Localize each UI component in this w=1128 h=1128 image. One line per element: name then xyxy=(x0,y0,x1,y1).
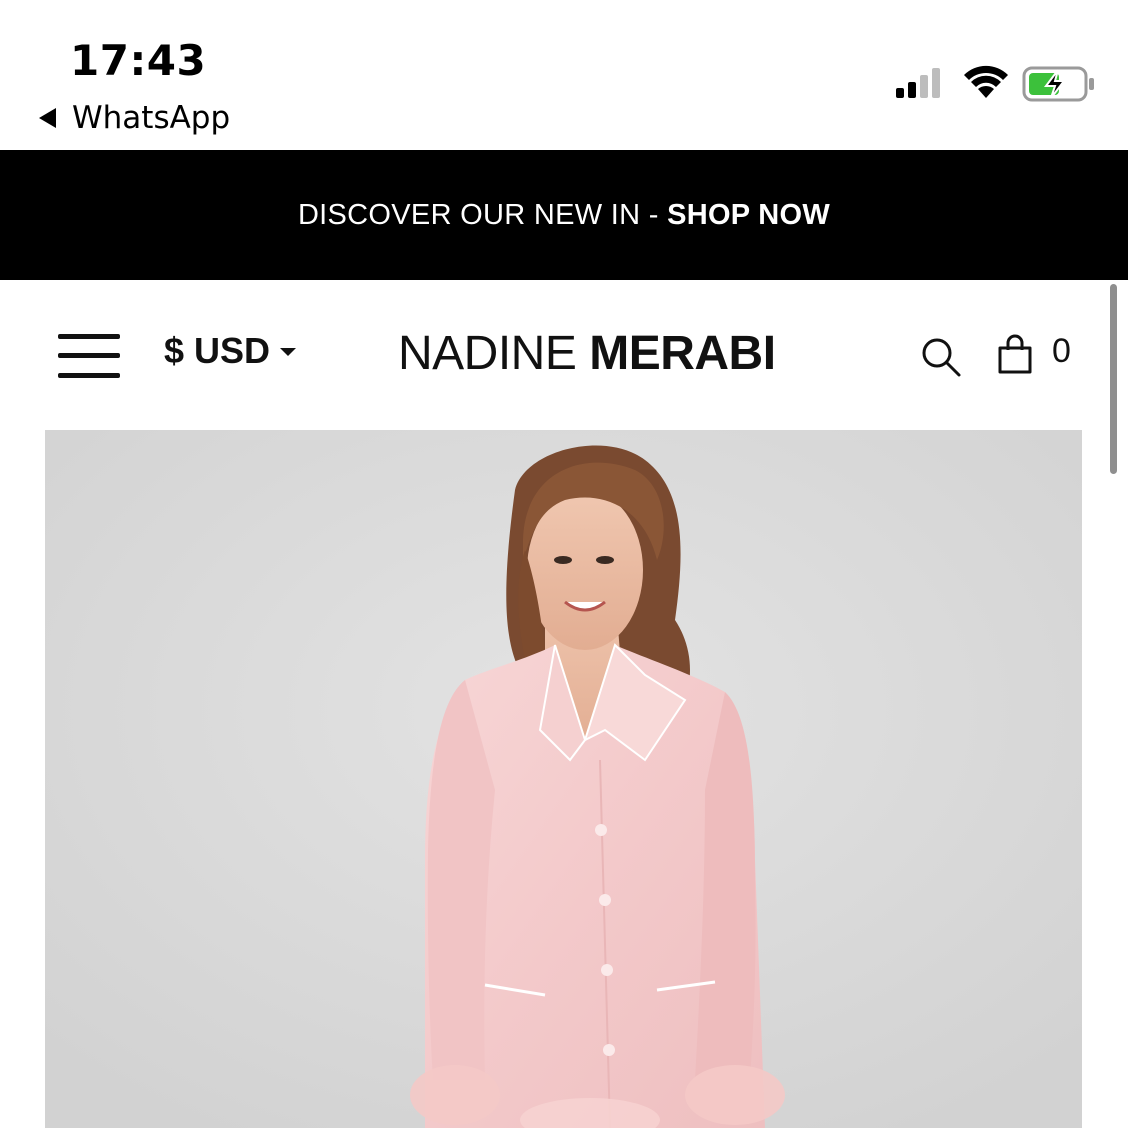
shopping-bag-icon[interactable] xyxy=(996,334,1034,374)
scrollbar-thumb[interactable] xyxy=(1110,284,1117,474)
search-icon[interactable] xyxy=(920,336,962,378)
currency-label: $ USD xyxy=(164,330,271,371)
model-illustration xyxy=(45,430,1082,1128)
back-to-app-link[interactable]: WhatsApp xyxy=(38,100,230,136)
signal-icon xyxy=(896,68,940,98)
site-header: $ USD NADINE MERABI 0 xyxy=(0,280,1128,430)
chevron-down-icon xyxy=(280,348,297,356)
phone-screen: 17:43 WhatsApp DISCOVER OUR NEW IN - SHO… xyxy=(0,0,1128,1128)
currency-selector[interactable]: $ USD xyxy=(164,330,297,372)
wifi-icon xyxy=(964,65,1008,98)
status-time: 17:43 xyxy=(70,36,207,85)
menu-icon[interactable] xyxy=(58,332,122,382)
status-bar: 17:43 WhatsApp xyxy=(0,0,1128,150)
brand-logo-first: NADINE xyxy=(398,327,590,380)
brand-logo-second: MERABI xyxy=(589,327,776,380)
battery-charging-icon xyxy=(1022,66,1094,102)
shop-now-link[interactable]: SHOP NOW xyxy=(667,199,830,232)
product-image[interactable] xyxy=(45,430,1082,1128)
announcement-text: DISCOVER OUR NEW IN - xyxy=(297,198,668,231)
cart-count[interactable]: 0 xyxy=(1052,332,1071,371)
back-triangle-icon xyxy=(39,108,56,128)
brand-logo[interactable]: NADINE MERABI xyxy=(398,326,776,381)
back-app-label: WhatsApp xyxy=(72,100,231,136)
announcement-bar[interactable]: DISCOVER OUR NEW IN - SHOP NOW xyxy=(0,150,1128,280)
